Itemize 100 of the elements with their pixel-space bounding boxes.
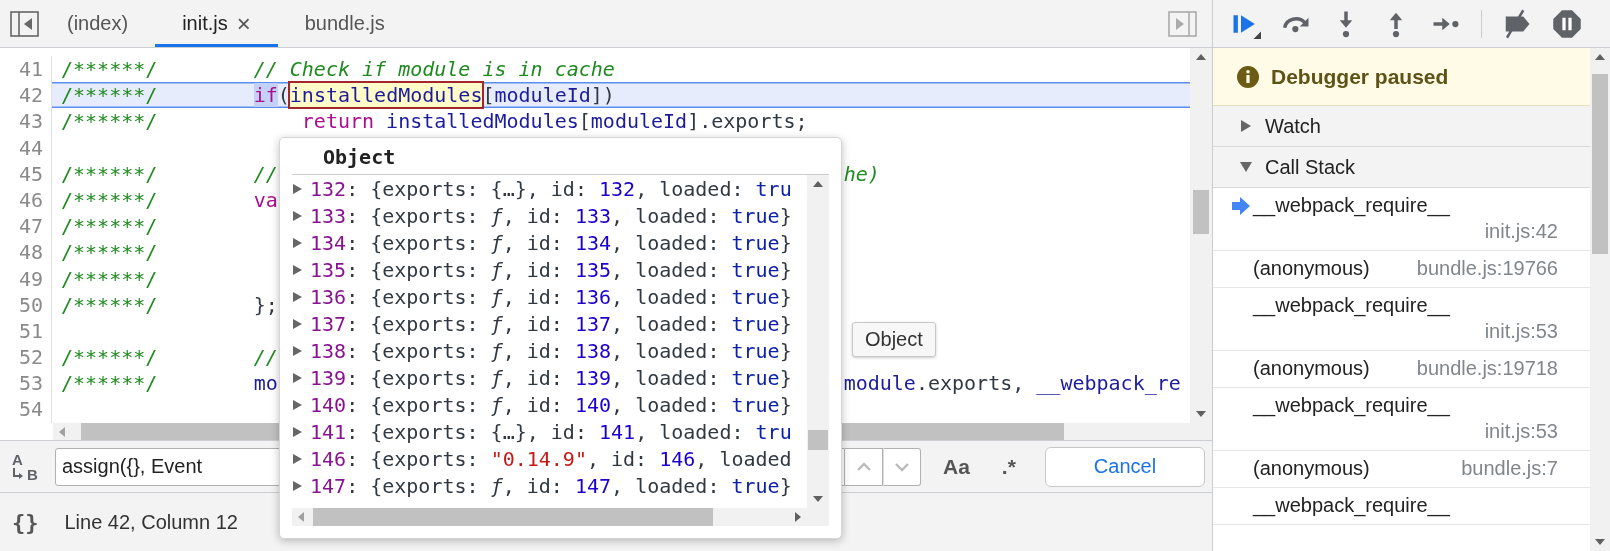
expand-triangle-icon[interactable] — [293, 237, 302, 248]
scrollbar-thumb[interactable] — [1193, 190, 1209, 234]
function-name: (anonymous) — [1253, 256, 1370, 281]
function-name: (anonymous) — [1253, 456, 1370, 481]
call-frame[interactable]: (anonymous) bundle.js:19718 — [1213, 351, 1590, 388]
expand-triangle-icon[interactable] — [293, 345, 302, 356]
expand-triangle-icon[interactable] — [293, 453, 302, 464]
scroll-down-arrow-icon[interactable] — [1196, 411, 1206, 417]
popover-title: Object — [322, 144, 397, 171]
property-text[interactable]: 146: {exports: "0.14.9", id: 146, loaded — [310, 446, 792, 471]
sidebar-toggle-icon[interactable] — [10, 9, 40, 38]
line-prefix: /******/ — [61, 240, 158, 265]
expand-triangle-icon[interactable] — [293, 210, 302, 221]
property-text[interactable]: 141: {exports: {…}, id: 141, loaded: tru — [310, 419, 792, 444]
code-text: // — [253, 161, 278, 186]
scroll-up-arrow-icon[interactable] — [813, 181, 823, 187]
scroll-right-arrow-icon[interactable] — [795, 512, 801, 522]
scrollbar-thumb[interactable] — [1592, 74, 1608, 254]
scroll-up-arrow-icon[interactable] — [1595, 54, 1605, 60]
line-number: 46 — [0, 186, 52, 214]
sidebar-toggle-icon[interactable] — [1168, 9, 1198, 38]
expand-triangle-icon[interactable] — [1240, 162, 1252, 172]
call-frame[interactable]: (anonymous) bundle.js:19766 — [1213, 251, 1590, 288]
pretty-print-button[interactable]: {} — [12, 509, 39, 535]
expand-triangle-icon[interactable] — [293, 291, 302, 302]
property-text[interactable]: 132: {exports: {…}, id: 132, loaded: tru — [310, 176, 792, 201]
line-number: 45 — [0, 160, 52, 187]
scrollbar-thumb[interactable] — [808, 430, 828, 450]
function-name: __webpack_require__ — [1253, 293, 1450, 318]
expand-triangle-icon[interactable] — [293, 399, 302, 410]
source-location: bundle.js:19766 — [1416, 256, 1558, 281]
line-number: 43 — [0, 108, 52, 135]
replace-toggle[interactable]: A B — [10, 451, 42, 482]
expand-triangle-icon[interactable] — [293, 183, 302, 194]
function-name: __webpack_require__ — [1253, 493, 1450, 518]
tooltip: Object — [852, 322, 936, 357]
scroll-down-arrow-icon[interactable] — [1595, 539, 1605, 545]
code-text: he) — [843, 161, 880, 186]
expand-triangle-icon[interactable] — [293, 480, 302, 491]
expand-triangle-icon[interactable] — [293, 264, 302, 275]
code-text: }; — [253, 292, 278, 317]
code-text: // — [253, 345, 278, 370]
regex-button[interactable]: .* — [997, 454, 1020, 479]
line-number: 54 — [0, 396, 52, 423]
line-prefix: /******/ — [61, 109, 158, 134]
call-frame[interactable]: __webpack_require__ — [1213, 488, 1590, 525]
line-prefix: /******/ — [61, 266, 158, 291]
line-number: 53 — [0, 370, 52, 397]
function-name: (anonymous) — [1253, 356, 1370, 381]
line-number: 48 — [0, 239, 52, 266]
line-number: 41 — [0, 56, 52, 83]
source-location: init.js:53 — [1484, 419, 1558, 444]
line-prefix: /******/ — [61, 371, 158, 396]
scroll-up-arrow-icon[interactable] — [1196, 54, 1206, 60]
expand-triangle-icon[interactable] — [293, 318, 302, 329]
arrow-icon — [10, 466, 25, 482]
code-text: return installedModules[moduleId].exports; — [300, 109, 808, 134]
property-text[interactable]: 147: {exports: ƒ, id: 147, loaded: true} — [310, 473, 792, 498]
cancel-button[interactable]: Cancel — [1045, 446, 1205, 487]
call-frame[interactable]: (anonymous) bundle.js:7 — [1213, 451, 1590, 488]
property-text[interactable]: 138: {exports: ƒ, id: 138, loaded: true} — [310, 338, 792, 363]
property-text[interactable]: 134: {exports: ƒ, id: 134, loaded: true} — [310, 230, 792, 255]
line-number: 51 — [0, 317, 52, 345]
expand-triangle-icon[interactable] — [1241, 120, 1251, 132]
property-text[interactable]: 140: {exports: ƒ, id: 140, loaded: true} — [310, 392, 792, 417]
scroll-down-arrow-icon[interactable] — [813, 496, 823, 502]
property-text[interactable]: 137: {exports: ƒ, id: 137, loaded: true} — [310, 311, 792, 336]
function-name: __webpack_require__ — [1253, 393, 1450, 418]
expand-triangle-icon[interactable] — [293, 372, 302, 383]
pause-on-exceptions-icon[interactable] — [1552, 8, 1582, 39]
match-case-button[interactable]: Aa — [939, 454, 974, 479]
line-prefix: /******/ — [61, 187, 158, 212]
banner-text: Debugger paused — [1271, 64, 1449, 89]
property-text[interactable]: 133: {exports: ƒ, id: 133, loaded: true} — [310, 203, 792, 228]
code-text: module.exports, __webpack_re — [843, 371, 1181, 396]
property-text[interactable]: 135: {exports: ƒ, id: 135, loaded: true} — [310, 257, 792, 282]
source-location: bundle.js:19718 — [1416, 356, 1558, 381]
expand-triangle-icon[interactable] — [293, 426, 302, 437]
property-text[interactable]: 136: {exports: ƒ, id: 136, loaded: true} — [310, 284, 792, 309]
cursor-position: Line 42, Column 12 — [64, 510, 238, 534]
line-prefix: /******/ — [61, 214, 158, 239]
line-prefix: /******/ — [61, 161, 158, 186]
file-tab[interactable]: (index) — [40, 0, 156, 47]
line-number: 47 — [0, 213, 52, 240]
line-number: 49 — [0, 265, 52, 292]
chevron-up-icon — [855, 461, 872, 472]
scrollbar-thumb[interactable] — [313, 508, 713, 526]
property-text[interactable]: 139: {exports: ƒ, id: 139, loaded: true} — [310, 365, 792, 390]
info-icon — [1237, 65, 1259, 88]
code-text: mo — [253, 371, 278, 396]
line-prefix: /******/ — [61, 57, 158, 81]
function-name: __webpack_require__ — [1253, 193, 1450, 218]
line-prefix: /******/ — [61, 83, 158, 108]
section-header[interactable]: Watch — [1213, 106, 1590, 147]
close-tab-button[interactable]: × — [236, 11, 251, 36]
file-tab[interactable]: bundle.js — [277, 0, 412, 47]
source-location: init.js:53 — [1484, 319, 1558, 344]
code-text: // Check if module is in cache — [253, 57, 615, 81]
section-header[interactable]: Call Stack — [1213, 147, 1590, 188]
line-number: 44 — [0, 134, 52, 161]
